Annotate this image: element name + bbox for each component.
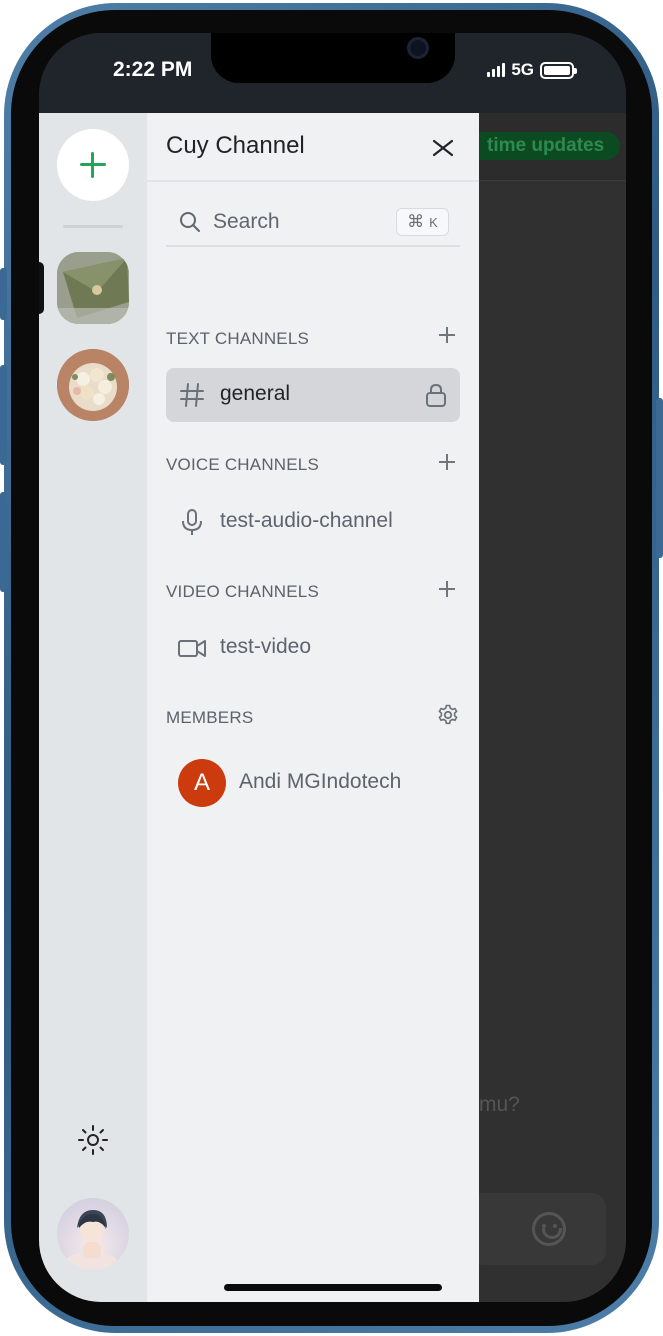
realtime-updates-badge: time updates xyxy=(469,132,621,160)
network-type: 5G xyxy=(511,60,534,79)
power-button xyxy=(656,398,663,558)
section-title-voice-channels: VOICE CHANNELS xyxy=(166,455,320,474)
search-label: Search xyxy=(213,210,280,233)
search-button[interactable]: Search ⌘ K xyxy=(166,199,460,247)
member-name: Andi MGIndotech xyxy=(239,770,402,793)
dynamic-island xyxy=(211,33,455,83)
member-avatar: A xyxy=(178,759,226,807)
user-avatar[interactable] xyxy=(57,1198,129,1270)
video-camera-icon xyxy=(178,634,206,662)
status-bar: 2:22 PM 5G xyxy=(39,33,626,113)
signal-icon xyxy=(487,63,506,77)
keyboard-shortcut: ⌘ K xyxy=(396,208,449,236)
gear-icon[interactable] xyxy=(436,703,460,727)
background-message: mu? xyxy=(479,1093,520,1116)
hash-icon xyxy=(178,381,206,409)
screen: time updates mu? 2:22 PM 5G Cuy Channel … xyxy=(39,33,626,1302)
background-chat: time updates mu? xyxy=(469,113,626,1302)
microphone-icon xyxy=(178,508,206,536)
close-icon[interactable] xyxy=(430,135,456,161)
section-title-members: MEMBERS xyxy=(166,708,254,727)
add-server-button[interactable] xyxy=(57,129,129,201)
lock-icon xyxy=(424,382,448,408)
member-item[interactable]: A Andi MGIndotech xyxy=(166,753,460,813)
section-title-text-channels: TEXT CHANNELS xyxy=(166,329,310,348)
theme-toggle-sun-icon[interactable] xyxy=(76,1123,110,1157)
volume-up-button xyxy=(0,365,7,465)
server-rail xyxy=(39,113,147,1302)
channel-name: general xyxy=(220,382,291,405)
volume-down-button xyxy=(0,492,7,592)
channel-test-audio-channel[interactable]: test-audio-channel xyxy=(166,495,460,549)
channel-sidebar: Cuy Channel Search ⌘ K TEXT CHANNELS gen… xyxy=(147,113,479,1302)
server-icon-1[interactable] xyxy=(57,252,129,324)
rail-divider xyxy=(63,225,123,228)
background-message-input xyxy=(469,1193,606,1265)
server-header: Cuy Channel xyxy=(147,113,479,182)
command-icon: ⌘ xyxy=(407,212,425,231)
background-chat-header: time updates xyxy=(469,113,626,181)
channel-general[interactable]: general xyxy=(166,368,460,422)
search-icon xyxy=(178,210,202,234)
shortcut-key: K xyxy=(429,214,438,230)
envelope-image xyxy=(57,252,129,324)
active-server-indicator xyxy=(39,262,44,314)
status-indicators: 5G xyxy=(487,60,577,80)
add-video-channel-icon[interactable] xyxy=(437,579,457,599)
add-voice-channel-icon[interactable] xyxy=(437,452,457,472)
emoji-icon xyxy=(532,1212,566,1246)
section-title-video-channels: VIDEO CHANNELS xyxy=(166,582,320,601)
flowers-image xyxy=(57,349,129,421)
add-text-channel-icon[interactable] xyxy=(437,325,457,345)
battery-icon xyxy=(540,61,577,79)
channel-test-video[interactable]: test-video xyxy=(166,621,460,675)
front-camera xyxy=(407,37,429,59)
server-icon-2[interactable] xyxy=(57,349,129,421)
server-name[interactable]: Cuy Channel xyxy=(166,132,305,160)
home-indicator[interactable] xyxy=(224,1284,442,1291)
channel-name: test-audio-channel xyxy=(220,509,393,532)
channel-name: test-video xyxy=(220,635,312,658)
status-time: 2:22 PM xyxy=(113,58,193,81)
silent-switch xyxy=(0,268,7,320)
